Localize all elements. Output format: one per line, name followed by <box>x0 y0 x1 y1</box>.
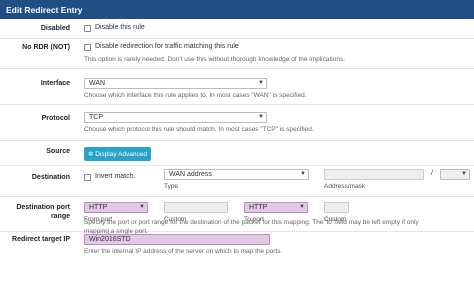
display-advanced-label: Display Advanced <box>95 151 147 158</box>
to-port-value: HTTP <box>249 204 268 211</box>
interface-select[interactable]: WAN ▼ <box>84 78 267 89</box>
nordr-label: No RDR (NOT) <box>22 44 70 51</box>
dest-port-label-line1: Destination port <box>16 204 70 211</box>
chevron-down-icon: ▼ <box>258 80 264 86</box>
chevron-down-icon: ▼ <box>139 204 145 210</box>
dest-port-label-line2: range <box>50 213 70 220</box>
display-advanced-button[interactable]: ✲ Display Advanced <box>84 147 151 161</box>
chevron-down-icon: ▼ <box>300 171 306 177</box>
destination-address-input[interactable] <box>324 169 424 180</box>
destination-addr-label: Address/mask <box>324 183 366 190</box>
protocol-select-value: TCP <box>89 114 103 121</box>
invert-match-text: Invert match. <box>95 173 136 180</box>
protocol-help: Choose which protocol this rule should m… <box>84 126 314 133</box>
redirect-ip-help: Enter the internal IP address of the ser… <box>84 248 283 255</box>
nordr-checkbox-text: Disable redirection for traffic matching… <box>95 43 239 50</box>
interface-label: Interface <box>40 80 70 87</box>
source-label: Source <box>46 148 70 155</box>
row-destination: Destination Invert match. WAN address ▼ … <box>0 166 474 197</box>
to-port-custom-input[interactable] <box>324 202 349 213</box>
destination-mask-select[interactable]: ▼ <box>440 169 470 180</box>
redirect-ip-value: Win2016STD <box>89 236 131 243</box>
chevron-down-icon: ▼ <box>299 204 305 210</box>
row-protocol: Protocol TCP ▼ Choose which protocol thi… <box>0 105 474 141</box>
to-port-select[interactable]: HTTP ▼ <box>244 202 308 213</box>
slash-separator: / <box>431 170 433 177</box>
protocol-select[interactable]: TCP ▼ <box>84 112 267 123</box>
disabled-label: Disabled <box>40 25 70 32</box>
destination-label: Destination <box>31 174 70 181</box>
chevron-down-icon: ▼ <box>461 171 467 177</box>
nordr-checkbox[interactable] <box>84 44 91 51</box>
row-redirect-ip: Redirect target IP Win2016STD Enter the … <box>0 232 474 286</box>
panel-header: Edit Redirect Entry <box>0 0 474 19</box>
disabled-checkbox[interactable] <box>84 25 91 32</box>
destination-type-select[interactable]: WAN address ▼ <box>164 169 309 180</box>
protocol-label: Protocol <box>41 115 70 122</box>
dest-port-help-line1: Specify the port or port range for the d… <box>84 219 419 226</box>
interface-help: Choose which interface this rule applies… <box>84 92 307 99</box>
nordr-help: This option is rarely needed. Don't use … <box>84 56 346 63</box>
redirect-ip-input[interactable]: Win2016STD <box>84 234 270 245</box>
row-destination-port: Destination port range HTTP ▼ From port … <box>0 197 474 232</box>
row-disabled: Disabled Disable this rule <box>0 19 474 39</box>
from-port-select[interactable]: HTTP ▼ <box>84 202 148 213</box>
panel-title: Edit Redirect Entry <box>6 5 83 15</box>
from-port-value: HTTP <box>89 204 108 211</box>
invert-match-checkbox[interactable] <box>84 174 91 181</box>
row-source: Source ✲ Display Advanced <box>0 141 474 166</box>
from-port-custom-input[interactable] <box>164 202 228 213</box>
redirect-ip-label: Redirect target IP <box>12 236 70 243</box>
destination-type-label: Type <box>164 183 179 190</box>
interface-select-value: WAN <box>89 80 106 87</box>
chevron-down-icon: ▼ <box>258 114 264 120</box>
row-nordr: No RDR (NOT) Disable redirection for tra… <box>0 39 474 69</box>
destination-type-value: WAN address <box>169 171 212 178</box>
disabled-checkbox-text: Disable this rule <box>95 24 145 31</box>
gear-icon: ✲ <box>88 151 94 158</box>
row-interface: Interface WAN ▼ Choose which interface t… <box>0 69 474 105</box>
